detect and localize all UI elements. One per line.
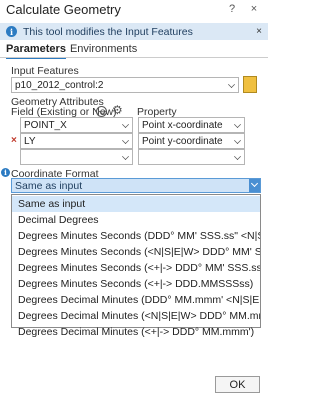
property-select-3[interactable]	[138, 149, 245, 165]
list-item[interactable]: Degrees Minutes Seconds (<+|-> DDD° MM' …	[12, 260, 260, 276]
info-bar: i This tool modifies the Input Features …	[0, 23, 268, 40]
list-item[interactable]: Degrees Decimal Minutes (<N|S|E|W> DDD° …	[12, 308, 260, 324]
chevron-down-icon	[122, 137, 129, 144]
field-value-1: POINT_X	[24, 119, 67, 131]
chevron-down-icon	[122, 121, 129, 128]
scrollbar[interactable]	[262, 67, 266, 367]
folder-icon[interactable]	[243, 76, 257, 93]
close-button[interactable]: ×	[246, 3, 262, 15]
info-message: This tool modifies the Input Features	[23, 25, 193, 38]
list-item[interactable]: Same as input	[12, 196, 260, 212]
coordinate-format-list: Same as input Decimal Degrees Degrees Mi…	[11, 194, 261, 338]
coordinate-format-selected: Same as input	[15, 179, 83, 192]
list-item[interactable]: Degrees Decimal Minutes (DDD° MM.mmm' <N…	[12, 292, 260, 308]
window-title: Calculate Geometry	[6, 1, 121, 17]
list-item[interactable]: Decimal Degrees	[12, 212, 260, 228]
chevron-down-icon	[228, 81, 235, 88]
chevron-down-icon	[234, 137, 241, 144]
gear-icon[interactable]: ⚙	[112, 104, 123, 116]
input-features-dropdown[interactable]: p10_2012_control:2	[11, 77, 239, 93]
list-item[interactable]: Degrees Minutes Seconds (<+|-> DDD.MMSSS…	[12, 276, 260, 292]
field-select-1[interactable]: POINT_X	[20, 117, 133, 133]
field-select-2[interactable]: LY	[20, 133, 133, 149]
list-item[interactable]: Degrees Minutes Seconds (DDD° MM' SSS.ss…	[12, 228, 260, 244]
list-item[interactable]: Degrees Decimal Minutes (<+|-> DDD° MM.m…	[12, 324, 260, 340]
property-select-1[interactable]: Point x-coordinate	[138, 117, 245, 133]
chevron-down-icon	[234, 121, 241, 128]
remove-row-icon[interactable]: ×	[11, 135, 17, 146]
property-value-2: Point y-coordinate	[142, 135, 223, 147]
chevron-down-icon	[234, 153, 241, 160]
coordinate-format-dropdown[interactable]: Same as input	[11, 178, 261, 193]
chevron-down-icon	[122, 153, 129, 160]
help-button[interactable]: ?	[224, 3, 240, 15]
list-item[interactable]: Degrees Minutes Seconds (<N|S|E|W> DDD° …	[12, 244, 260, 260]
field-select-3[interactable]	[20, 149, 133, 165]
info-icon: i	[1, 168, 10, 177]
property-value-1: Point x-coordinate	[142, 119, 223, 131]
field-value-2: LY	[24, 135, 36, 147]
title-bar: Calculate Geometry ? ×	[0, 0, 268, 18]
info-icon: i	[6, 26, 17, 37]
expand-icon[interactable]	[96, 106, 107, 117]
property-select-2[interactable]: Point y-coordinate	[138, 133, 245, 149]
tab-divider	[0, 57, 268, 58]
info-close-button[interactable]: ×	[256, 26, 262, 37]
input-features-label: Input Features	[11, 65, 79, 77]
chevron-down-icon[interactable]	[249, 179, 260, 192]
input-features-value: p10_2012_control:2	[15, 79, 104, 91]
ok-button[interactable]: OK	[215, 376, 260, 393]
